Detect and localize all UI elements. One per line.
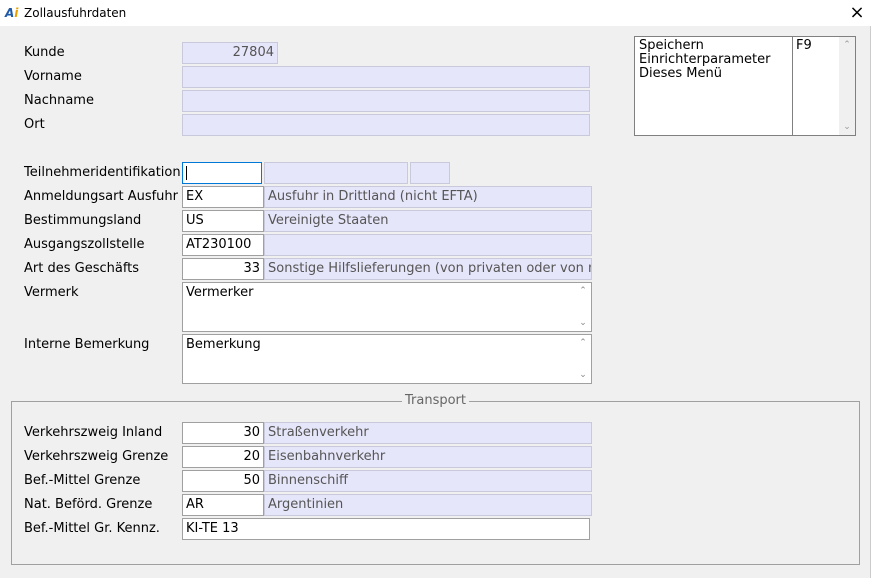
window-title: Zollausfuhrdaten <box>24 6 127 20</box>
verkehrszweig-grenze-description: Eisenbahnverkehr <box>264 446 592 468</box>
art-geschaeft-description: Sonstige Hilfslieferungen (von privaten … <box>264 258 592 280</box>
anmeldungsart-label: Anmeldungsart Ausfuhr <box>24 189 179 204</box>
app-logo-icon: Ai <box>5 6 19 20</box>
menu-shortcuts-column: F9 <box>793 37 839 135</box>
teilnehmer-label: Teilnehmeridentifikation <box>24 165 181 180</box>
vorname-field <box>182 66 590 88</box>
menu-item-einrichterparameter[interactable]: Einrichterparameter <box>639 53 788 67</box>
vermerk-label: Vermerk <box>24 285 79 300</box>
ort-field <box>182 114 590 136</box>
scroll-up-icon[interactable]: ⌃ <box>839 40 855 50</box>
bef-mittel-grenze-description: Binnenschiff <box>264 470 592 492</box>
nachname-field <box>182 90 590 112</box>
teilnehmer-field-3 <box>410 162 450 184</box>
verkehrszweig-grenze-code-input[interactable]: 20 <box>182 446 264 468</box>
title-bar: Ai Zollausfuhrdaten × <box>0 0 872 26</box>
kunde-field: 27804 <box>182 42 278 64</box>
bestimmungsland-description: Vereinigte Staaten <box>264 210 592 232</box>
ausgangszollstelle-label: Ausgangszollstelle <box>24 237 145 252</box>
transport-legend: Transport <box>402 393 470 408</box>
dialog-body: Speichern Einrichterparameter Dieses Men… <box>0 26 871 578</box>
nachname-label: Nachname <box>24 93 94 108</box>
vermerk-textarea[interactable]: Vermerker ⌃ ⌄ <box>182 282 592 332</box>
nat-befoerd-grenze-code-input[interactable]: AR <box>182 494 264 516</box>
interne-bemerkung-label: Interne Bemerkung <box>24 337 150 352</box>
menu-labels-column: Speichern Einrichterparameter Dieses Men… <box>635 37 793 135</box>
bef-mittel-grenze-code-input[interactable]: 50 <box>182 470 264 492</box>
text-cursor <box>186 165 187 180</box>
ort-label: Ort <box>24 117 45 132</box>
menu-item-dieses-menu[interactable]: Dieses Menü <box>639 67 788 81</box>
teilnehmer-input[interactable] <box>182 162 262 184</box>
scroll-down-icon[interactable]: ⌄ <box>575 318 591 328</box>
scroll-up-icon[interactable]: ⌃ <box>575 286 591 296</box>
bef-mittel-kennz-label: Bef.-Mittel Gr. Kennz. <box>24 521 160 536</box>
nat-befoerd-grenze-label: Nat. Beförd. Grenze <box>24 497 153 512</box>
bef-mittel-grenze-label: Bef.-Mittel Grenze <box>24 473 141 488</box>
verkehrszweig-inland-description: Straßenverkehr <box>264 422 592 444</box>
nat-befoerd-grenze-description: Argentinien <box>264 494 592 516</box>
menu-item-speichern[interactable]: Speichern <box>639 39 788 53</box>
interne-bemerkung-textarea[interactable]: Bemerkung ⌃ ⌄ <box>182 334 592 384</box>
verkehrszweig-grenze-label: Verkehrszweig Grenze <box>24 449 169 464</box>
art-geschaeft-label: Art des Geschäfts <box>24 261 140 276</box>
shortcut-menu: Speichern Einrichterparameter Dieses Men… <box>634 36 856 136</box>
verkehrszweig-inland-label: Verkehrszweig Inland <box>24 425 163 440</box>
interne-bemerkung-scrollbar[interactable]: ⌃ ⌄ <box>575 335 591 383</box>
verkehrszweig-inland-code-input[interactable]: 30 <box>182 422 264 444</box>
scroll-down-icon[interactable]: ⌄ <box>839 122 855 132</box>
teilnehmer-field-2 <box>264 162 408 184</box>
interne-bemerkung-text: Bemerkung <box>186 337 261 352</box>
ausgangszollstelle-description <box>264 234 592 256</box>
vermerk-scrollbar[interactable]: ⌃ ⌄ <box>575 283 591 331</box>
bestimmungsland-code-input[interactable]: US <box>182 210 264 232</box>
anmeldungsart-description: Ausfuhr in Drittland (nicht EFTA) <box>264 186 592 208</box>
ausgangszollstelle-code-input[interactable]: AT230100 <box>182 234 264 256</box>
bestimmungsland-label: Bestimmungsland <box>24 213 142 228</box>
vermerk-text: Vermerker <box>186 285 254 300</box>
menu-scrollbar[interactable]: ⌃ ⌄ <box>839 37 855 135</box>
close-icon[interactable]: × <box>846 2 868 24</box>
bef-mittel-kennz-input[interactable]: KI-TE 13 <box>182 518 590 540</box>
anmeldungsart-code-input[interactable]: EX <box>182 186 264 208</box>
menu-shortcut-speichern: F9 <box>796 38 812 53</box>
scroll-up-icon[interactable]: ⌃ <box>575 338 591 348</box>
scroll-down-icon[interactable]: ⌄ <box>575 370 591 380</box>
art-geschaeft-code-input[interactable]: 33 <box>182 258 264 280</box>
vorname-label: Vorname <box>24 69 82 84</box>
kunde-label: Kunde <box>24 45 65 60</box>
